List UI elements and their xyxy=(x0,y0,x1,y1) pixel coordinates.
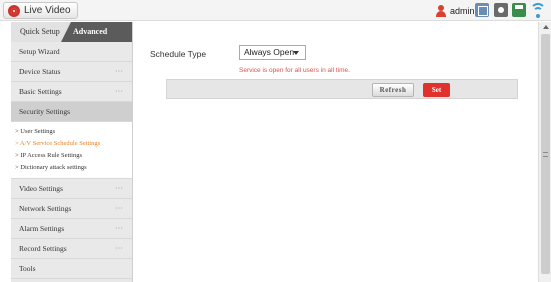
sidebar-item-label: Device Status xyxy=(19,67,61,76)
user-area[interactable]: admin xyxy=(436,2,475,19)
refresh-button[interactable]: Refresh xyxy=(372,83,414,97)
scroll-grip-icon xyxy=(543,152,548,157)
sidebar: Quick Setup Advanced Settings Setup Wiza… xyxy=(11,22,133,282)
camera-icon xyxy=(8,4,20,17)
sidebar-item-label: Setup Wizard xyxy=(19,47,60,56)
submenu-dictionary-attack[interactable]: > Dictionary attack settings xyxy=(11,162,132,174)
sidebar-item-alarm-settings[interactable]: Alarm Settings ··· xyxy=(11,219,132,239)
tab-quick-setup[interactable]: Quick Setup xyxy=(11,22,67,42)
schedule-type-value: Always Open xyxy=(244,47,295,57)
network-icon[interactable] xyxy=(475,3,489,17)
wifi-icon[interactable] xyxy=(530,2,546,18)
more-indicator: ··· xyxy=(115,224,123,233)
more-indicator: ··· xyxy=(115,184,123,193)
scroll-thumb[interactable] xyxy=(541,34,550,274)
sidebar-item-label: Video Settings xyxy=(19,184,63,193)
chevron-down-icon xyxy=(293,51,299,55)
sidebar-item-video-settings[interactable]: Video Settings ··· xyxy=(11,179,132,199)
sidebar-item-label: Network Settings xyxy=(19,204,72,213)
schedule-type-select[interactable]: Always Open xyxy=(239,45,306,60)
more-indicator: ··· xyxy=(115,67,123,76)
sidebar-item-device-status[interactable]: Device Status ··· xyxy=(11,62,132,82)
live-video-button[interactable]: Live Video xyxy=(3,2,78,19)
top-bar: Live Video admin xyxy=(0,0,551,21)
sidebar-item-tools[interactable]: Tools xyxy=(11,259,132,279)
sidebar-item-security-settings[interactable]: Security Settings xyxy=(11,102,132,122)
schedule-type-label: Schedule Type xyxy=(150,49,207,59)
settings-icon[interactable] xyxy=(494,3,508,17)
live-video-label: Live Video xyxy=(24,5,71,16)
sidebar-item-label: Tools xyxy=(19,264,36,273)
user-icon xyxy=(436,4,446,17)
sidebar-item-basic-settings[interactable]: Basic Settings ··· xyxy=(11,82,132,102)
sidebar-item-label: Alarm Settings xyxy=(19,224,65,233)
security-submenu: > User Settings > A/V Service Schedule S… xyxy=(11,122,132,179)
action-bar: Refresh Set xyxy=(166,79,518,99)
storage-icon[interactable] xyxy=(512,3,526,17)
set-button[interactable]: Set xyxy=(423,83,450,97)
sidebar-item-network-settings[interactable]: Network Settings ··· xyxy=(11,199,132,219)
username: admin xyxy=(450,5,475,16)
tab-advanced-settings[interactable]: Advanced Settings xyxy=(61,22,132,42)
sidebar-tabs: Quick Setup Advanced Settings xyxy=(11,22,132,42)
scroll-up-icon[interactable] xyxy=(543,25,549,29)
sidebar-item-label: Basic Settings xyxy=(19,87,62,96)
sidebar-item-label: Record Settings xyxy=(19,244,67,253)
main-content: Schedule Type Always Open Service is ope… xyxy=(133,22,536,282)
sidebar-item-setup-wizard[interactable]: Setup Wizard xyxy=(11,42,132,62)
more-indicator: ··· xyxy=(115,204,123,213)
submenu-ip-access-rule[interactable]: > IP Access Rule Settings xyxy=(11,150,132,162)
vertical-scrollbar[interactable] xyxy=(538,22,551,282)
more-indicator: ··· xyxy=(115,87,123,96)
submenu-av-service-schedule[interactable]: > A/V Service Schedule Settings xyxy=(11,138,132,150)
more-indicator: ··· xyxy=(115,244,123,253)
schedule-hint: Service is open for all users in all tim… xyxy=(239,67,350,74)
submenu-user-settings[interactable]: > User Settings xyxy=(11,126,132,138)
sidebar-item-record-settings[interactable]: Record Settings ··· xyxy=(11,239,132,259)
sidebar-item-label: Security Settings xyxy=(19,107,71,116)
